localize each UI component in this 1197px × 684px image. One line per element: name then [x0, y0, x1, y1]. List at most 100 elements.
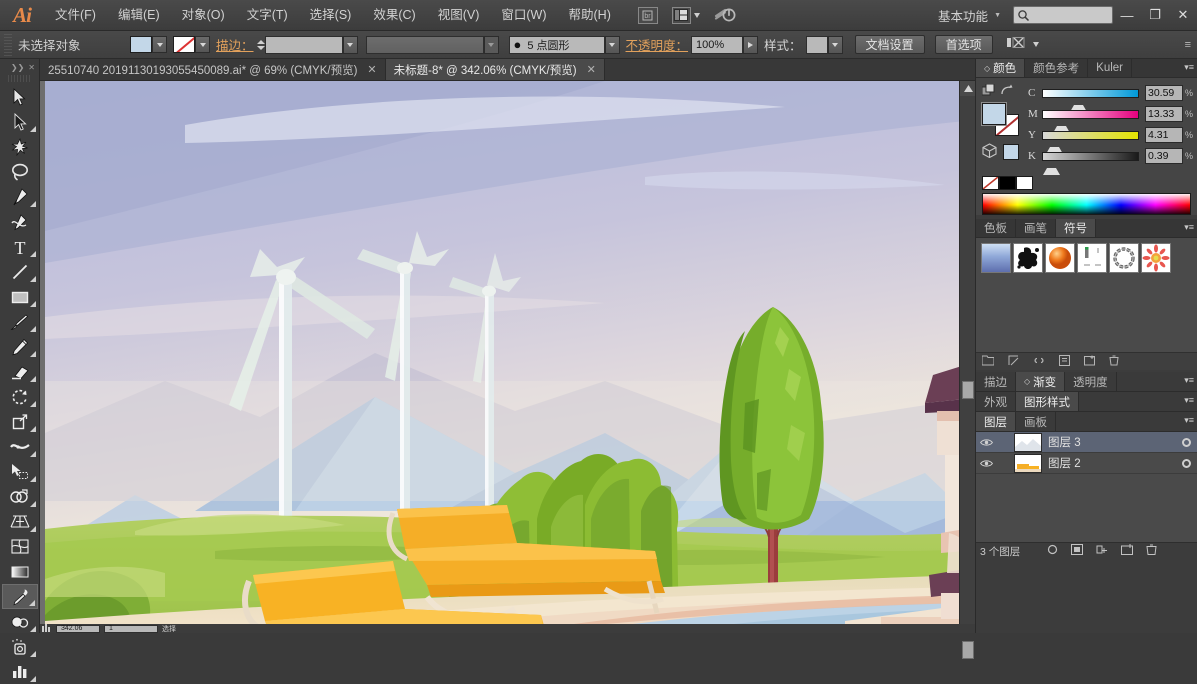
scroll-up-arrow-icon[interactable]: [960, 81, 976, 96]
stroke-color-caret-icon[interactable]: [195, 36, 210, 53]
color-panel-menu-icon[interactable]: ▾≡: [1184, 62, 1194, 73]
free-transform-tool[interactable]: [2, 459, 38, 484]
eraser-tool[interactable]: [2, 359, 38, 384]
preferences-button[interactable]: 首选项: [934, 35, 993, 54]
tab-layers[interactable]: 图层: [976, 412, 1016, 431]
document-tab-1-close-icon[interactable]: ✕: [367, 63, 376, 76]
blend-tool[interactable]: [2, 609, 38, 634]
slider-track-m[interactable]: [1042, 109, 1139, 133]
fill-color-caret-icon[interactable]: [152, 36, 167, 53]
opacity-label[interactable]: 不透明度：: [626, 35, 689, 54]
tools-close-icon[interactable]: ✕: [28, 63, 35, 72]
table-row[interactable]: 图层 3: [976, 432, 1197, 453]
slider-row-c[interactable]: C 30.59 %: [1028, 84, 1193, 112]
panel-collapse-icon[interactable]: ◇: [984, 64, 990, 73]
slider-row-m[interactable]: M 13.33 %: [1028, 105, 1193, 133]
direct-selection-tool[interactable]: [2, 109, 38, 134]
cloud-sync-icon[interactable]: [714, 5, 736, 26]
search-input[interactable]: [1013, 6, 1113, 24]
table-row[interactable]: 图层 2: [976, 453, 1197, 474]
arrange-documents-icon[interactable]: [671, 6, 700, 24]
tab-appearance[interactable]: 外观: [976, 392, 1016, 411]
slider-track-k[interactable]: [1042, 151, 1139, 175]
rotate-tool[interactable]: [2, 384, 38, 409]
create-new-layer-icon[interactable]: [1121, 544, 1133, 558]
stroke-weight-label[interactable]: 描边：: [216, 35, 254, 54]
menu-edit[interactable]: 编辑(E): [107, 0, 171, 31]
document-tab-1[interactable]: 25510740 20191130193055450089.ai* @ 69% …: [40, 59, 386, 80]
gradient-collapse-icon[interactable]: ◇: [1024, 377, 1030, 386]
stroke-weight-field[interactable]: [264, 35, 343, 54]
opacity-caret-icon[interactable]: [743, 35, 759, 54]
tab-gradient[interactable]: ◇ 渐变: [1016, 372, 1066, 391]
pencil-tool[interactable]: [2, 334, 38, 359]
none-swatch[interactable]: [982, 176, 999, 190]
new-symbol-icon[interactable]: [1084, 355, 1095, 369]
brush-definition-field[interactable]: ● 5 点圆形: [508, 35, 605, 54]
align-caret-icon[interactable]: [1032, 42, 1039, 47]
menu-help[interactable]: 帮助(H): [558, 0, 622, 31]
shape-builder-tool[interactable]: [2, 484, 38, 509]
tab-swatches[interactable]: 色板: [976, 219, 1016, 237]
menu-object[interactable]: 对象(O): [171, 0, 236, 31]
fill-proxy-swatch[interactable]: [982, 103, 1006, 125]
symbol-panel-menu-icon[interactable]: ▾≡: [1184, 222, 1194, 233]
lasso-tool[interactable]: [2, 159, 38, 184]
symbol-orange-sphere[interactable]: [1045, 243, 1075, 273]
width-tool[interactable]: [2, 434, 38, 459]
menu-window[interactable]: 窗口(W): [490, 0, 557, 31]
menu-select[interactable]: 选择(S): [299, 0, 363, 31]
gradient-tool[interactable]: [2, 559, 38, 584]
layer-lock-toggle[interactable]: [996, 432, 1014, 452]
artwork-illustration[interactable]: [45, 81, 965, 633]
symbol-red-flower[interactable]: [1141, 243, 1171, 273]
canvas-vertical-scrollbar[interactable]: [959, 81, 976, 659]
fill-stroke-proxy[interactable]: [982, 103, 1020, 137]
document-tab-2[interactable]: 未标题-8* @ 342.06% (CMYK/预览) ✕: [385, 59, 605, 80]
layer-target-indicator[interactable]: [1175, 458, 1197, 468]
layer-name-label[interactable]: 图层 2: [1048, 455, 1175, 471]
appearance-panel-menu-icon[interactable]: ▾≡: [1184, 395, 1194, 406]
symbol-gradient-sky[interactable]: [981, 243, 1011, 273]
artboard-number-field[interactable]: 1: [104, 624, 158, 633]
menu-file[interactable]: 文件(F): [44, 0, 107, 31]
eyedropper-tool[interactable]: [1, 584, 38, 609]
slider-value-k[interactable]: 0.39: [1144, 148, 1183, 164]
slider-value-m[interactable]: 13.33: [1144, 106, 1183, 122]
paintbrush-tool[interactable]: [2, 309, 38, 334]
symbol-libraries-icon[interactable]: [981, 355, 995, 369]
locate-object-icon[interactable]: [1047, 544, 1058, 558]
last-color-swatch[interactable]: [1003, 144, 1019, 160]
stroke-weight-stepper[interactable]: [256, 39, 265, 50]
close-button[interactable]: ✕: [1169, 0, 1197, 31]
slider-track-c[interactable]: [1042, 88, 1139, 112]
color-spectrum-ramp[interactable]: [982, 193, 1191, 215]
tab-transparency[interactable]: 透明度: [1065, 372, 1117, 391]
tab-graphic-styles[interactable]: 图形样式: [1016, 392, 1079, 411]
symbol-ruler-guides[interactable]: [1077, 243, 1107, 273]
line-segment-tool[interactable]: [2, 259, 38, 284]
layer-visibility-eye-icon[interactable]: [976, 432, 996, 452]
control-bar-menu-icon[interactable]: ≡: [1185, 39, 1191, 51]
tools-collapse-icon[interactable]: ❯❯: [11, 63, 24, 72]
scrollbar-thumb[interactable]: [962, 381, 974, 399]
symbol-rope-ring[interactable]: [1109, 243, 1139, 273]
graphic-style-caret-icon[interactable]: [827, 35, 843, 54]
stroke-weight-caret-icon[interactable]: [342, 35, 358, 54]
menu-view[interactable]: 视图(V): [427, 0, 491, 31]
symbol-options-icon[interactable]: [1059, 354, 1070, 369]
tab-brushes[interactable]: 画笔: [1016, 219, 1056, 237]
menu-effect[interactable]: 效果(C): [362, 0, 426, 31]
rectangle-tool[interactable]: [2, 284, 38, 309]
tab-kuler[interactable]: Kuler: [1088, 59, 1133, 77]
layer-lock-toggle[interactable]: [996, 453, 1014, 473]
artboard-navigator-icon[interactable]: [42, 624, 52, 633]
fill-color-swatch[interactable]: [130, 36, 152, 53]
document-tab-2-close-icon[interactable]: ✕: [587, 63, 596, 76]
slider-value-c[interactable]: 30.59: [1144, 85, 1183, 101]
curvature-tool[interactable]: [2, 209, 38, 234]
symbol-ink-splat[interactable]: [1013, 243, 1043, 273]
pen-tool[interactable]: [2, 184, 38, 209]
mesh-tool[interactable]: [2, 534, 38, 559]
color-3d-icon[interactable]: [982, 143, 997, 161]
